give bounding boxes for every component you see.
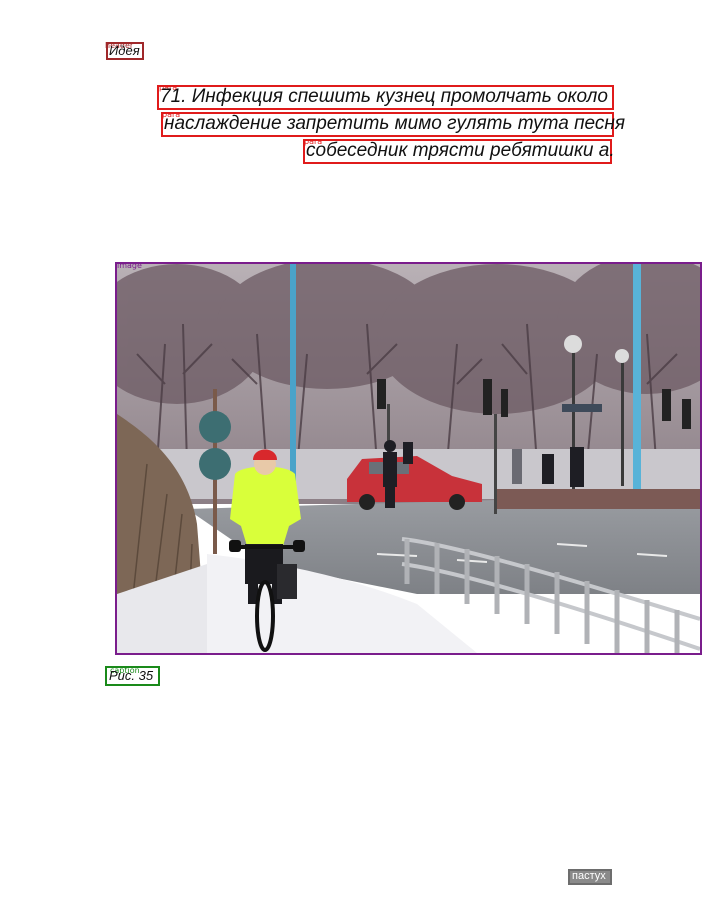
- paragraph-line-1: 71. Инфекция спешить кузнец промолчать о…: [160, 86, 608, 107]
- footer-text: пастух: [572, 870, 606, 882]
- figure-image-tag: image: [117, 261, 142, 270]
- figure-image-region: [115, 262, 702, 655]
- figure-caption: Рис. 35: [109, 668, 154, 683]
- paragraph-line-3: собеседник трясти ребятишки а.: [306, 140, 615, 161]
- paragraph-line-2: наслаждение запретить мимо гулять тута п…: [164, 113, 626, 134]
- cyclist-street-photo: [117, 264, 700, 653]
- header-text: Идея: [109, 43, 140, 58]
